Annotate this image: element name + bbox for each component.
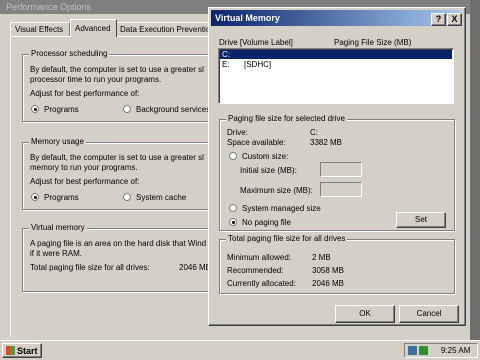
virtual-memory-heading: Virtual memory bbox=[29, 223, 87, 232]
memory-usage-group: Memory usage By default, the computer is… bbox=[22, 137, 234, 210]
no-paging-file-label: No paging file bbox=[242, 218, 291, 227]
perf-title: Performance Options bbox=[6, 2, 92, 12]
maximum-size-label: Maximum size (MB): bbox=[240, 186, 313, 195]
memory-system-cache-label: System cache bbox=[136, 193, 187, 202]
processor-scheduling-group: Processor scheduling By default, the com… bbox=[22, 49, 234, 122]
system-managed-label: System managed size bbox=[242, 204, 321, 213]
memory-programs-label: Programs bbox=[44, 193, 79, 202]
custom-size-radio[interactable] bbox=[229, 152, 237, 160]
drive-c-letter: C: bbox=[222, 50, 230, 59]
tab-advanced[interactable]: Advanced bbox=[70, 19, 117, 37]
system-tray: 9:25 AM bbox=[404, 343, 478, 358]
tab-visual-effects[interactable]: Visual Effects bbox=[10, 22, 70, 37]
total-paging-group: Total paging file size for all drives Mi… bbox=[219, 234, 455, 294]
tab-visual-effects-label: Visual Effects bbox=[15, 25, 64, 34]
drive-e-label: [SDHC] bbox=[244, 60, 272, 69]
drive-label: Drive: bbox=[227, 128, 248, 137]
drive-column-header: Drive [Volume Label] bbox=[219, 38, 293, 47]
memory-desc-2: memory to run your programs. bbox=[30, 163, 138, 172]
processor-background-radio[interactable] bbox=[123, 105, 131, 113]
tab-data-execution-prevention[interactable]: Data Execution Preventio bbox=[116, 22, 218, 37]
selected-drive-group: Paging file size for selected drive Driv… bbox=[219, 114, 455, 231]
vm-close-button[interactable]: X bbox=[447, 13, 462, 26]
virtual-memory-dialog: Virtual Memory ? X Drive [Volume Label] … bbox=[208, 7, 466, 326]
processor-programs-radio[interactable] bbox=[31, 105, 39, 113]
selected-drive-heading: Paging file size for selected drive bbox=[226, 114, 347, 123]
recommended-value: 3058 MB bbox=[312, 266, 345, 275]
drive-list-item-c[interactable]: C: bbox=[220, 50, 452, 59]
custom-size-label: Custom size: bbox=[242, 152, 289, 161]
processor-desc-1: By default, the computer is set to use a… bbox=[30, 65, 204, 74]
virtual-memory-group: Virtual memory A paging file is an area … bbox=[22, 223, 234, 292]
drive-list-item-e[interactable]: E: [SDHC] bbox=[220, 60, 452, 69]
total-paging-heading: Total paging file size for all drives bbox=[226, 234, 348, 243]
taskbar: Start 9:25 AM bbox=[0, 340, 480, 360]
tab-advanced-label: Advanced bbox=[75, 24, 111, 33]
windows-logo-icon bbox=[6, 346, 15, 355]
size-column-header: Paging File Size (MB) bbox=[334, 38, 412, 47]
start-label: Start bbox=[17, 346, 38, 356]
no-paging-file-radio[interactable] bbox=[229, 218, 237, 226]
memory-usage-heading: Memory usage bbox=[29, 137, 86, 146]
system-managed-radio[interactable] bbox=[229, 204, 237, 212]
virtual-desc-2: if it were RAM. bbox=[30, 249, 83, 258]
processor-scheduling-heading: Processor scheduling bbox=[29, 49, 110, 58]
drive-e-letter: E: bbox=[222, 60, 230, 69]
memory-programs-radio[interactable] bbox=[31, 193, 39, 201]
cancel-button[interactable]: Cancel bbox=[399, 305, 459, 323]
vm-title: Virtual Memory bbox=[215, 13, 280, 23]
virtual-desc-1: A paging file is an area on the hard dis… bbox=[30, 239, 207, 248]
processor-programs-label: Programs bbox=[44, 105, 79, 114]
vm-help-button[interactable]: ? bbox=[431, 13, 446, 26]
processor-desc-2: processor time to run your programs. bbox=[30, 75, 162, 84]
minimum-allowed-label: Minimum allowed: bbox=[227, 253, 292, 262]
processor-adjust-label: Adjust for best performance of: bbox=[30, 89, 140, 98]
initial-size-label: Initial size (MB): bbox=[240, 166, 297, 175]
vm-titlebar[interactable]: Virtual Memory ? X bbox=[211, 10, 462, 26]
currently-allocated-label: Currently allocated: bbox=[227, 279, 296, 288]
memory-system-cache-radio[interactable] bbox=[123, 193, 131, 201]
clock[interactable]: 9:25 AM bbox=[441, 346, 470, 355]
recommended-label: Recommended: bbox=[227, 266, 284, 275]
memory-desc-1: By default, the computer is set to use a… bbox=[30, 153, 204, 162]
minimum-allowed-value: 2 MB bbox=[312, 253, 331, 262]
processor-background-label: Background services bbox=[136, 105, 211, 114]
drive-value: C: bbox=[310, 128, 318, 137]
network-tray-icon[interactable] bbox=[419, 346, 428, 355]
tab-dep-label: Data Execution Preventio bbox=[120, 25, 211, 34]
initial-size-input[interactable] bbox=[320, 162, 362, 177]
start-button[interactable]: Start bbox=[2, 343, 42, 358]
space-available-label: Space available: bbox=[227, 138, 286, 147]
maximum-size-input[interactable] bbox=[320, 182, 362, 197]
currently-allocated-value: 2046 MB bbox=[312, 279, 345, 288]
set-button[interactable]: Set bbox=[396, 212, 446, 228]
drive-list[interactable]: C: E: [SDHC] bbox=[218, 48, 454, 104]
virtual-total-label: Total paging file size for all drives: bbox=[30, 263, 150, 272]
hardware-tray-icon[interactable] bbox=[408, 346, 417, 355]
memory-adjust-label: Adjust for best performance of: bbox=[30, 177, 140, 186]
virtual-total-value: 2046 MB bbox=[179, 263, 212, 272]
space-available-value: 3382 MB bbox=[310, 138, 343, 147]
ok-button[interactable]: OK bbox=[335, 305, 395, 323]
